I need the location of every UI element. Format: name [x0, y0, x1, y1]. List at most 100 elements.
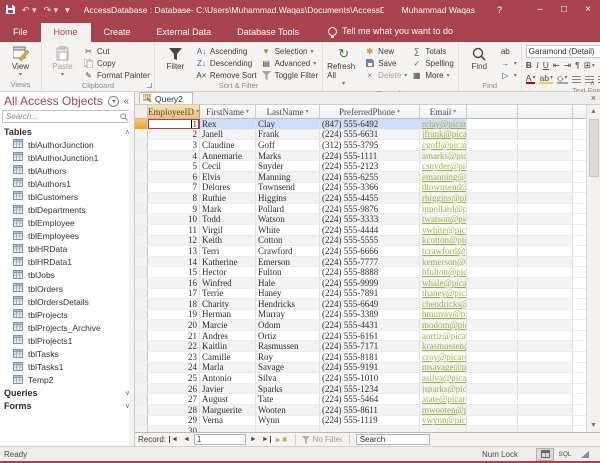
- select-all-corner[interactable]: [135, 105, 148, 118]
- no-filter-button[interactable]: No Filter: [302, 435, 343, 444]
- sidebar-item-tblAuthors1[interactable]: tblAuthors1: [0, 177, 134, 190]
- find-button[interactable]: Find: [463, 44, 496, 71]
- scroll-down-icon[interactable]: ▼: [590, 419, 597, 432]
- cell[interactable]: 12: [148, 236, 200, 246]
- cell[interactable]: (224) 555-6255: [320, 172, 420, 182]
- nav-pane-menu-icon[interactable]: ▾: [108, 96, 119, 107]
- cell-empty[interactable]: [467, 341, 518, 351]
- align-left-button[interactable]: [572, 76, 581, 83]
- cell[interactable]: (224) 555-3389: [320, 310, 420, 320]
- cell[interactable]: (224) 555-8611: [320, 405, 420, 415]
- cell-empty[interactable]: [467, 352, 518, 362]
- cell[interactable]: Emerson: [256, 257, 320, 267]
- tab-home[interactable]: Home: [41, 23, 91, 42]
- cell[interactable]: krasmussen@picaroo: [420, 341, 467, 351]
- tab-database-tools[interactable]: Database Tools: [224, 23, 312, 42]
- increase-indent-button[interactable]: ⇥: [564, 60, 571, 71]
- cell[interactable]: Wooten: [256, 405, 320, 415]
- record-selector[interactable]: [135, 119, 148, 129]
- cell[interactable]: vwynn@picaroo: [420, 416, 467, 426]
- copy-button[interactable]: Copy: [83, 57, 150, 69]
- sidebar-item-tblTasks1[interactable]: tblTasks1: [0, 361, 134, 374]
- cell[interactable]: (224) 555-4444: [320, 225, 420, 235]
- close-document-icon[interactable]: ×: [591, 93, 596, 103]
- cell[interactable]: 25: [148, 373, 200, 383]
- cell[interactable]: (224) 555-6161: [320, 331, 420, 341]
- select-button[interactable]: ▷▾: [500, 69, 517, 81]
- cell[interactable]: 9: [148, 204, 200, 214]
- cell[interactable]: Silva: [256, 373, 320, 383]
- record-selector[interactable]: [135, 320, 148, 330]
- descending-button[interactable]: Z↓ Descending: [196, 57, 257, 69]
- refresh-all-button[interactable]: ↻ Refresh All ▾: [327, 44, 360, 89]
- cell[interactable]: chendricks@picaroo: [420, 299, 467, 309]
- clipboard-dialog-launcher-icon[interactable]: [147, 83, 152, 88]
- cell[interactable]: emanning@picaroo: [420, 172, 467, 182]
- cell[interactable]: 23: [148, 352, 200, 362]
- cell-empty[interactable]: [518, 363, 573, 373]
- cell-empty[interactable]: [467, 183, 518, 193]
- highlight-color-button[interactable]: ab▾: [539, 74, 552, 84]
- record-selector[interactable]: [135, 373, 148, 383]
- cell-empty[interactable]: [467, 331, 518, 341]
- cell[interactable]: cgoff@picaroo: [420, 140, 467, 150]
- cell-empty[interactable]: [518, 331, 573, 341]
- signed-in-user[interactable]: Muhammad Waqas: [402, 5, 475, 15]
- cell-empty[interactable]: [518, 246, 573, 256]
- cell[interactable]: (224) 555-5555: [320, 236, 420, 246]
- cell[interactable]: Ruthie: [200, 193, 256, 203]
- record-selector[interactable]: [135, 193, 148, 203]
- scroll-up-icon[interactable]: ▲: [590, 105, 597, 118]
- totals-button[interactable]: ∑ Totals: [411, 45, 453, 57]
- cell[interactable]: Claudine: [200, 140, 256, 150]
- cell-empty[interactable]: [518, 119, 573, 129]
- cell[interactable]: 3: [148, 140, 200, 150]
- cell[interactable]: Terri: [200, 246, 256, 256]
- customize-qat-icon[interactable]: ▾: [65, 6, 70, 15]
- cell-empty[interactable]: [518, 426, 573, 432]
- cell[interactable]: Javier: [200, 384, 256, 394]
- cell-empty[interactable]: [467, 426, 518, 432]
- cell[interactable]: Todd: [200, 214, 256, 224]
- cell[interactable]: kcotton@picaroo: [420, 236, 467, 246]
- shutter-bar-close-icon[interactable]: «: [123, 96, 129, 107]
- current-record-input[interactable]: 1: [194, 434, 246, 445]
- cell[interactable]: rhiggins@picaroo: [420, 193, 467, 203]
- maximize-button[interactable]: □: [552, 0, 576, 20]
- cell[interactable]: (224) 555-5464: [320, 394, 420, 404]
- cell-empty[interactable]: [518, 320, 573, 330]
- cell[interactable]: csnyder@picaroo: [420, 161, 467, 171]
- record-selector[interactable]: [135, 151, 148, 161]
- cell[interactable]: Annemarie: [200, 151, 256, 161]
- cell[interactable]: Haney: [256, 289, 320, 299]
- cell[interactable]: asilva@picaroo: [420, 373, 467, 383]
- cell[interactable]: Savage: [256, 363, 320, 373]
- remove-sort-button[interactable]: A× Remove Sort: [196, 69, 257, 81]
- cell-empty[interactable]: [518, 278, 573, 288]
- cell[interactable]: Antonio: [200, 373, 256, 383]
- cell-empty[interactable]: [467, 310, 518, 320]
- cell-empty[interactable]: [518, 161, 573, 171]
- cell[interactable]: Winfred: [200, 278, 256, 288]
- sidebar-item-tblHRData[interactable]: tblHRData: [0, 243, 134, 256]
- cell-empty[interactable]: [518, 405, 573, 415]
- cell-empty[interactable]: [518, 193, 573, 203]
- filter-dropdown-icon[interactable]: ▾: [397, 108, 400, 115]
- cell-empty[interactable]: [518, 257, 573, 267]
- cell[interactable]: Snyder: [256, 161, 320, 171]
- cell[interactable]: (224) 555-7171: [320, 341, 420, 351]
- cell[interactable]: 22: [148, 341, 200, 351]
- cell[interactable]: (224) 555-4455: [320, 193, 420, 203]
- cell[interactable]: Virgil: [200, 225, 256, 235]
- record-selector[interactable]: [135, 267, 148, 277]
- cell[interactable]: croy@picaroo: [420, 352, 467, 362]
- record-selector[interactable]: [135, 341, 148, 351]
- cell[interactable]: Marla: [200, 363, 256, 373]
- cell[interactable]: atate@picaroo: [420, 394, 467, 404]
- cell[interactable]: Kaitlin: [200, 341, 256, 351]
- cell[interactable]: August: [200, 394, 256, 404]
- cell[interactable]: modom@picaroo: [420, 320, 467, 330]
- cell-empty[interactable]: [467, 151, 518, 161]
- cell[interactable]: Crawford: [256, 246, 320, 256]
- cell-empty[interactable]: [467, 257, 518, 267]
